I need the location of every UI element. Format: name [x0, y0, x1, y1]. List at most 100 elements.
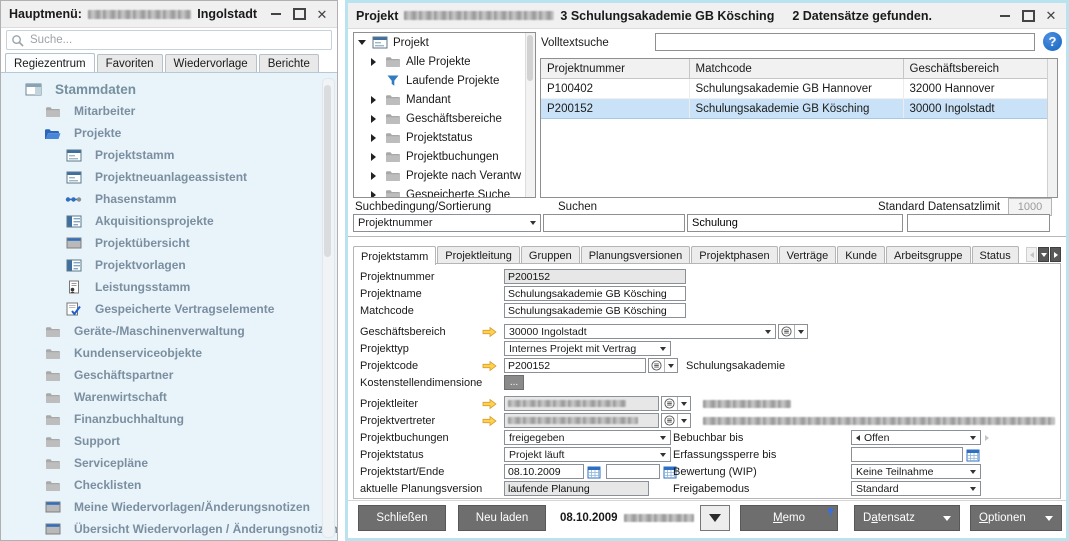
projektcode-lookup-button[interactable] — [648, 358, 678, 373]
detail-tab-projektleitung[interactable]: Projektleitung — [437, 246, 520, 264]
geschaeftsbereich-lookup-button[interactable] — [778, 324, 808, 339]
expander-icon[interactable] — [371, 190, 380, 197]
minimize-button[interactable] — [269, 8, 283, 20]
projektname-field[interactable] — [504, 286, 686, 301]
matchcode-field[interactable] — [504, 303, 686, 318]
projektvertreter-lookup-button[interactable] — [661, 413, 691, 428]
scrollbar-thumb[interactable] — [324, 85, 331, 257]
calendar-icon[interactable] — [965, 447, 981, 462]
detail-tab-vertr-ge[interactable]: Verträge — [778, 246, 837, 264]
tab-berichte[interactable]: Berichte — [258, 54, 319, 72]
filter-tree-item-alle-projekte[interactable]: Alle Projekte — [354, 52, 535, 71]
tab-list-button[interactable] — [1038, 247, 1049, 262]
scroll-tabs-left-button[interactable] — [1026, 247, 1037, 262]
expander-icon[interactable] — [371, 57, 380, 66]
search-field-projektnummer[interactable] — [543, 214, 685, 232]
detail-tab-planungsversionen[interactable]: Planungsversionen — [580, 246, 691, 264]
expander-icon[interactable] — [371, 171, 380, 180]
detail-tab-status[interactable]: Status — [971, 246, 1019, 264]
memo-button[interactable]: Memo — [740, 505, 838, 531]
sidebar-item-ger-te-maschinenverwaltung[interactable]: Geräte-/Maschinenverwaltung — [1, 320, 337, 342]
results-scrollbar[interactable] — [1047, 59, 1057, 197]
scrollbar-thumb[interactable] — [527, 35, 533, 81]
optionen-menu-button[interactable]: Optionen — [970, 505, 1062, 531]
scroll-tabs-right-button[interactable] — [1050, 247, 1061, 262]
detail-tab-arbeitsgruppe[interactable]: Arbeitsgruppe — [886, 246, 971, 264]
projekttyp-select[interactable]: Internes Projekt mit Vertrag — [504, 341, 671, 356]
projektleiter-lookup-button[interactable] — [661, 396, 691, 411]
menu-search-box[interactable] — [6, 30, 332, 50]
filter-tree-item-gesch-ftsbereiche[interactable]: Geschäftsbereiche — [354, 109, 535, 128]
expander-icon[interactable] — [358, 40, 367, 45]
tab-wiedervorlage[interactable]: Wiedervorlage — [164, 54, 257, 72]
search-field-matchcode[interactable] — [687, 214, 903, 232]
geschaeftsbereich-select[interactable]: 30000 Ingolstadt — [504, 324, 776, 339]
detail-tab-kunde[interactable]: Kunde — [837, 246, 886, 264]
detail-tab-gruppen[interactable]: Gruppen — [520, 246, 580, 264]
freigabemodus-select[interactable]: Standard — [851, 481, 981, 496]
tab-regiezentrum[interactable]: Regiezentrum — [5, 53, 95, 72]
sidebar-item-projekte[interactable]: Projekte — [1, 122, 337, 144]
filter-tree-item-projektbuchungen[interactable]: Projektbuchungen — [354, 147, 535, 166]
erfassungssperre-bis-field[interactable] — [851, 447, 963, 462]
projektstatus-select[interactable]: Projekt läuft — [504, 447, 671, 462]
filter-tree-scrollbar[interactable] — [525, 33, 535, 197]
filter-tree-item-laufende-projekte[interactable]: Laufende Projekte — [354, 71, 535, 90]
tab-favoriten[interactable]: Favoriten — [96, 54, 163, 72]
expander-icon[interactable] — [371, 114, 380, 123]
bewertung-wip-select[interactable]: Keine Teilnahme — [851, 464, 981, 479]
sort-condition-select[interactable]: Projektnummer — [353, 214, 541, 232]
filter-tree-item-projekt[interactable]: Projekt — [354, 33, 535, 52]
column-header-gesch-ftsbereich[interactable]: Geschäftsbereich — [902, 59, 1048, 79]
filter-tree-item-gespeicherte-suche[interactable]: Gespeicherte Suche — [354, 185, 535, 197]
detail-tab-projektphasen[interactable]: Projektphasen — [691, 246, 778, 264]
splitter[interactable] — [348, 236, 1066, 237]
search-field-geschaeftsbereich[interactable] — [907, 214, 1050, 232]
sidebar-item-checklisten[interactable]: Checklisten — [1, 474, 337, 496]
search-input[interactable] — [28, 33, 327, 47]
sidebar-item-projekt-bersicht[interactable]: Projektübersicht — [1, 232, 337, 254]
sidebar-item-phasenstamm[interactable]: Phasenstamm — [1, 188, 337, 210]
projektcode-field[interactable] — [504, 358, 646, 373]
chevron-right-icon[interactable] — [985, 434, 989, 441]
sidebar-item-finanzbuchhaltung[interactable]: Finanzbuchhaltung — [1, 408, 337, 430]
table-row[interactable]: P200152 Schulungsakademie GB Kösching 3000… — [541, 98, 1048, 119]
bebuchbar-bis-select[interactable]: Offen — [851, 430, 981, 445]
help-icon[interactable] — [1043, 32, 1062, 51]
neu-laden-button[interactable]: Neu laden — [458, 505, 546, 531]
maximize-button[interactable] — [1021, 9, 1035, 22]
schliessen-button[interactable]: Schließen — [358, 505, 446, 531]
calendar-icon[interactable] — [586, 464, 602, 479]
projektbuchungen-select[interactable]: freigegeben — [504, 430, 671, 445]
filter-tree-item-projekte-nach-verantw[interactable]: Projekte nach Verantw — [354, 166, 535, 185]
sidebar-item-servicepl-ne[interactable]: Servicepläne — [1, 452, 337, 474]
expander-icon[interactable] — [371, 152, 380, 161]
sidebar-item-mitarbeiter[interactable]: Mitarbeiter — [1, 100, 337, 122]
sidebar-item-projektvorlagen[interactable]: Projektvorlagen — [1, 254, 337, 276]
close-button[interactable] — [1044, 10, 1058, 22]
filter-tree-item-projektstatus[interactable]: Projektstatus — [354, 128, 535, 147]
menu-tree-scrollbar[interactable] — [322, 78, 335, 538]
table-row[interactable]: P100402 Schulungsakademie GB Hannover 3200… — [541, 78, 1048, 99]
expander-icon[interactable] — [371, 95, 380, 104]
close-button[interactable] — [315, 8, 329, 20]
sidebar-item-projektneuanlageassistent[interactable]: Projektneuanlageassistent — [1, 166, 337, 188]
sidebar-item-support[interactable]: Support — [1, 430, 337, 452]
projektende-field[interactable] — [606, 464, 660, 479]
sidebar-item-gesch-ftspartner[interactable]: Geschäftspartner — [1, 364, 337, 386]
sidebar-item-kundenserviceobjekte[interactable]: Kundenserviceobjekte — [1, 342, 337, 364]
sidebar-item-akquisitionsprojekte[interactable]: Akquisitionsprojekte — [1, 210, 337, 232]
sidebar-item-gespeicherte-vertragselemente[interactable]: Gespeicherte Vertragselemente — [1, 298, 337, 320]
sidebar-item-meine-wiedervorlagen-nderungsnotizen[interactable]: Meine Wiedervorlagen/Änderungsnotizen — [1, 496, 337, 518]
detail-tab-projektstamm[interactable]: Projektstamm — [353, 246, 437, 265]
minimize-button[interactable] — [998, 10, 1012, 22]
sidebar-item-bersicht-wiedervorlagen-nderungsnotizen[interactable]: Übersicht Wiedervorlagen / Änderungsnoti… — [1, 518, 337, 540]
maximize-button[interactable] — [292, 8, 306, 20]
column-header-matchcode[interactable]: Matchcode — [688, 59, 904, 79]
sidebar-item-warenwirtschaft[interactable]: Warenwirtschaft — [1, 386, 337, 408]
fulltext-search-input[interactable] — [655, 33, 1035, 51]
kostenstellendimensionen-button[interactable]: ... — [504, 375, 524, 390]
filter-tree-item-mandant[interactable]: Mandant — [354, 90, 535, 109]
projektstart-field[interactable] — [504, 464, 584, 479]
sidebar-item-projektstamm[interactable]: Projektstamm — [1, 144, 337, 166]
